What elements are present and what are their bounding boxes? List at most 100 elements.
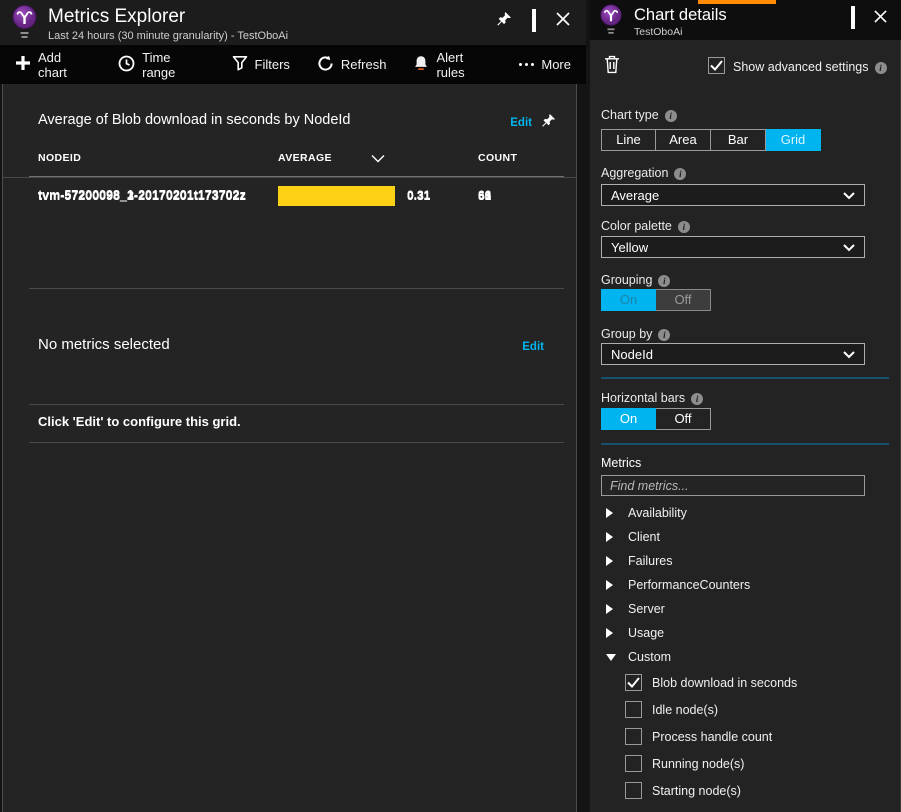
grouping-label: Groupingi (601, 273, 670, 287)
show-advanced-label: Show advanced settingsi (733, 60, 887, 74)
section-divider (601, 377, 889, 379)
metrics-explorer-header: Metrics Explorer Last 24 hours (30 minut… (0, 0, 586, 45)
maximize-icon[interactable] (851, 10, 855, 28)
chevron-down-icon (843, 188, 855, 203)
info-icon[interactable]: i (875, 62, 887, 74)
section-divider (601, 443, 889, 445)
column-header-average[interactable]: AVERAGE (278, 152, 332, 164)
chart-details-body: Show advanced settingsi Chart typei Line… (590, 40, 900, 812)
info-icon[interactable]: i (678, 221, 690, 233)
tree-category-failures[interactable]: Failures (590, 549, 900, 573)
tree-category-performancecounters[interactable]: PerformanceCounters (590, 573, 900, 597)
metric-running-nodes-item[interactable]: Running node(s) (590, 750, 900, 777)
triangle-right-icon (606, 508, 622, 518)
lightbulb-icon (11, 4, 38, 45)
tree-category-usage[interactable]: Usage (590, 621, 900, 645)
lightbulb-icon (599, 3, 623, 41)
info-icon[interactable]: i (658, 329, 670, 341)
ellipsis-icon (519, 63, 534, 66)
triangle-right-icon (606, 628, 622, 638)
grouping-on-button[interactable]: On (601, 289, 656, 311)
color-palette-select[interactable]: Yellow (601, 236, 865, 258)
info-icon[interactable]: i (658, 275, 670, 287)
chevron-down-icon (843, 240, 855, 255)
triangle-right-icon (606, 532, 622, 542)
row-count-value: 51 (478, 189, 491, 203)
aggregation-label: Aggregationi (601, 166, 686, 180)
add-chart-button[interactable]: Add chart (15, 50, 91, 80)
loading-progress-bar (698, 0, 776, 4)
refresh-icon (317, 55, 334, 75)
configure-hint-text: Click 'Edit' to configure this grid. (38, 414, 241, 429)
grid-edit-link[interactable]: Edit (510, 117, 532, 129)
aggregation-select[interactable]: Average (601, 184, 865, 206)
horizontal-bars-toggle: On Off (601, 408, 711, 430)
more-button[interactable]: More (519, 57, 571, 72)
chart-type-grid-button[interactable]: Grid (766, 129, 821, 151)
group-by-select[interactable]: NodeId (601, 343, 865, 365)
info-icon[interactable]: i (691, 393, 703, 405)
metric-checkbox[interactable] (625, 782, 642, 799)
maximize-icon[interactable] (532, 13, 536, 31)
metric-checkbox[interactable] (625, 755, 642, 772)
tree-category-server[interactable]: Server (590, 597, 900, 621)
metric-checkbox[interactable] (625, 728, 642, 745)
chart-details-header: Chart details TestOboAi (590, 0, 901, 40)
triangle-down-icon (606, 654, 622, 661)
filter-icon (232, 55, 248, 74)
triangle-right-icon (606, 556, 622, 566)
chart-type-segmented-control: Line Area Bar Grid (601, 129, 821, 151)
row-nodeid: tvm-57200098_3-20170201t173702z (38, 189, 246, 203)
metric-checkbox-checked[interactable] (625, 674, 642, 691)
chart-type-label: Chart typei (601, 108, 677, 122)
sort-chevron-down-icon[interactable] (371, 150, 385, 168)
metrics-section-label: Metrics (601, 456, 641, 470)
grid-title: Average of Blob download in seconds by N… (38, 112, 351, 128)
show-advanced-checkbox[interactable] (708, 57, 725, 74)
chart-type-area-button[interactable]: Area (656, 129, 711, 151)
metrics-tree: Availability Client Failures Performance… (590, 501, 900, 669)
no-metrics-text: No metrics selected (38, 336, 170, 353)
horizontal-bars-on-button[interactable]: On (601, 408, 656, 430)
close-icon[interactable] (556, 12, 570, 31)
table-bottom-divider (29, 288, 564, 289)
column-header-count[interactable]: COUNT (478, 152, 517, 164)
column-header-nodeid[interactable]: NODEID (38, 152, 81, 164)
metric-blob-download-item[interactable]: Blob download in seconds (590, 669, 900, 696)
alert-rules-button[interactable]: Alert rules (413, 50, 492, 80)
pin-icon[interactable] (541, 113, 556, 133)
pin-icon[interactable] (496, 11, 512, 32)
close-icon[interactable] (874, 10, 887, 28)
chevron-down-icon (843, 347, 855, 362)
info-icon[interactable]: i (665, 110, 677, 122)
metric-idle-nodes-item[interactable]: Idle node(s) (590, 696, 900, 723)
tree-category-availability[interactable]: Availability (590, 501, 900, 525)
no-metrics-edit-link[interactable]: Edit (522, 341, 544, 353)
panel-subtitle: Last 24 hours (30 minute granularity) - … (48, 30, 288, 42)
metric-checkbox[interactable] (625, 701, 642, 718)
refresh-button[interactable]: Refresh (317, 55, 387, 75)
plus-icon (15, 55, 31, 74)
toolbar: Add chart Time range Filters Refresh Ale… (0, 45, 586, 84)
horizontal-bars-label: Horizontal barsi (601, 391, 703, 405)
chart-details-panel: Chart details TestOboAi Show advanced se… (590, 0, 901, 812)
info-icon[interactable]: i (674, 168, 686, 180)
group-by-label: Group byi (601, 327, 670, 341)
delete-chart-trash-icon[interactable] (604, 55, 620, 79)
tree-category-client[interactable]: Client (590, 525, 900, 549)
clock-icon (118, 55, 135, 75)
table-row: tvm-57200098_3-20170201t173702z 0.31 51 (3, 177, 576, 214)
grouping-off-button[interactable]: Off (656, 289, 711, 311)
chart-type-line-button[interactable]: Line (601, 129, 656, 151)
time-range-button[interactable]: Time range (118, 50, 204, 80)
metric-process-handle-count-item[interactable]: Process handle count (590, 723, 900, 750)
filters-button[interactable]: Filters (232, 55, 290, 74)
horizontal-bars-off-button[interactable]: Off (656, 408, 711, 430)
metric-starting-nodes-item[interactable]: Starting node(s) (590, 777, 900, 804)
find-metrics-input[interactable] (601, 475, 865, 496)
tree-category-custom[interactable]: Custom (590, 645, 900, 669)
color-palette-label: Color palettei (601, 219, 690, 233)
chart-type-bar-button[interactable]: Bar (711, 129, 766, 151)
panel-subtitle: TestOboAi (634, 26, 682, 38)
metrics-explorer-body: Average of Blob download in seconds by N… (2, 84, 577, 812)
